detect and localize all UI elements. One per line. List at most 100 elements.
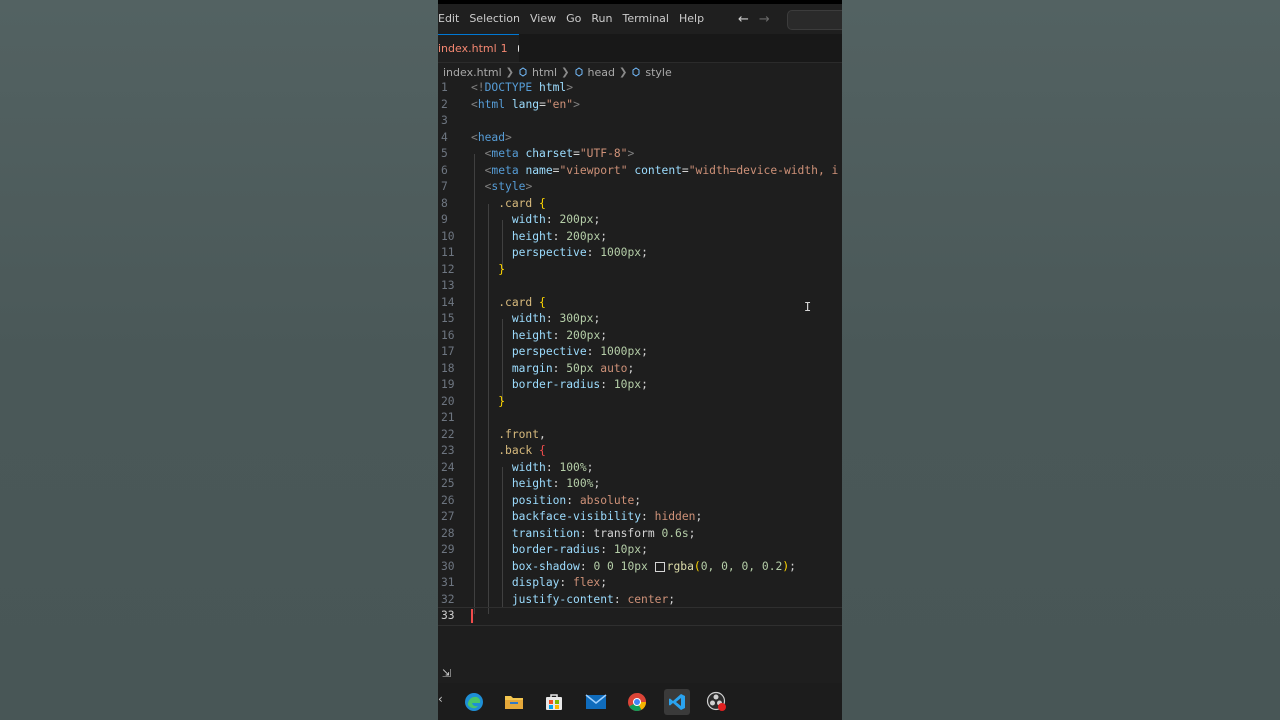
line-number: 9 (441, 213, 448, 226)
command-center-search[interactable] (787, 10, 842, 30)
code-line: 27 backface-visibility: hidden; (438, 509, 842, 526)
text-caret (471, 609, 473, 623)
menu-terminal[interactable]: Terminal (617, 4, 674, 34)
arrow-right-icon[interactable]: → (759, 12, 770, 27)
line-number: 15 (441, 312, 455, 325)
menu-selection[interactable]: Selection (464, 4, 525, 34)
line-number: 3 (441, 114, 448, 127)
code-line: 10 height: 200px; (438, 229, 842, 246)
background-blur-left (0, 0, 438, 720)
unsaved-dot-icon[interactable] (517, 45, 519, 52)
code-line: 5 <meta charset="UTF-8"> (438, 146, 842, 163)
line-number: 2 (441, 97, 448, 111)
line-number: 29 (441, 543, 455, 556)
line-number: 24 (441, 460, 455, 474)
edge-icon[interactable] (461, 689, 487, 715)
code-line: 7 <style> (438, 179, 842, 196)
breadcrumb-html[interactable]: html (532, 66, 557, 79)
menu-help[interactable]: Help (674, 4, 709, 34)
breadcrumb-head[interactable]: head (588, 66, 615, 79)
code-line: 21 (438, 410, 842, 427)
symbol-element-icon (519, 67, 527, 77)
code-editor[interactable]: 1 <!DOCTYPE html> 2 <html lang="en"> 3 4 <h… (438, 80, 842, 660)
line-number: 23 (441, 444, 455, 457)
chrome-icon[interactable] (624, 689, 650, 715)
menu-run[interactable]: Run (586, 4, 617, 34)
symbol-element-icon (575, 67, 582, 77)
code-line: 16 height: 200px; (438, 328, 842, 345)
code-line: 4 <head> (438, 130, 842, 147)
obs-icon[interactable] (704, 689, 730, 715)
line-number: 32 (441, 592, 455, 606)
breadcrumb-file[interactable]: index.html (443, 66, 502, 79)
code-line: 32 justify-content: center; (438, 592, 842, 609)
code-line: 12 } (438, 262, 842, 279)
vscode-icon[interactable] (664, 689, 690, 715)
code-line: 1 <!DOCTYPE html> (438, 80, 842, 97)
code-line: 14 .card { (438, 295, 842, 312)
line-number: 11 (441, 246, 455, 259)
line-number: 26 (441, 493, 455, 507)
line-number: 13 (441, 279, 455, 292)
line-number: 1 (441, 81, 448, 94)
code-line: 20 } (438, 394, 842, 411)
menu-bar: Edit Selection View Go Run Terminal Help… (438, 4, 842, 34)
line-number: 22 (441, 427, 455, 441)
editor-tab-bar: index.html 1 (438, 34, 842, 63)
line-number: 19 (441, 378, 455, 391)
file-explorer-icon[interactable] (501, 689, 527, 715)
line-number: 21 (441, 411, 455, 424)
code-line: 30 box-shadow: 0 0 10px rgba(0, 0, 0, 0.… (438, 559, 842, 576)
code-line: 3 (438, 113, 842, 130)
store-icon[interactable] (541, 689, 567, 715)
code-line: 29 border-radius: 10px; (438, 542, 842, 559)
code-line: 31 display: flex; (438, 575, 842, 592)
line-number: 17 (441, 345, 455, 358)
tab-index-html[interactable]: index.html 1 (438, 34, 519, 62)
line-number: 8 (441, 196, 448, 210)
line-number: 28 (441, 526, 455, 540)
breadcrumb-style[interactable]: style (645, 66, 671, 79)
code-line: 8 .card { (438, 196, 842, 213)
color-swatch-icon[interactable] (654, 561, 665, 572)
breadcrumb: index.html ❯ html ❯ head ❯ style (443, 64, 672, 80)
code-line: 13 (438, 278, 842, 295)
line-number: 4 (441, 130, 448, 144)
code-line: 19 border-radius: 10px; (438, 377, 842, 394)
tab-problem-count: 1 (500, 42, 508, 55)
line-number: 5 (441, 147, 448, 160)
code-line: 24 width: 100%; (438, 460, 842, 477)
remote-indicator-icon[interactable]: ⇲ (442, 667, 451, 680)
code-line: 23 .back { (438, 443, 842, 460)
line-number: 30 (441, 559, 455, 573)
code-line: 17 perspective: 1000px; (438, 344, 842, 361)
line-number: 6 (441, 163, 448, 177)
code-line: 22 .front, (438, 427, 842, 444)
menu-edit[interactable]: Edit (438, 4, 464, 34)
line-number: 14 (441, 295, 455, 309)
code-line-current: 33 (438, 607, 842, 626)
mail-icon[interactable] (583, 689, 609, 715)
vscode-window: Edit Selection View Go Run Terminal Help… (438, 0, 842, 720)
code-line: 9 width: 200px; (438, 212, 842, 229)
chevron-right-icon: ❯ (618, 66, 628, 78)
code-line: 6 <meta name="viewport" content="width=d… (438, 163, 842, 180)
windows-taskbar: ‹ (438, 683, 842, 720)
line-number: 25 (441, 477, 455, 490)
code-line: 2 <html lang="en"> (438, 97, 842, 114)
chevron-right-icon: ❯ (561, 66, 570, 78)
background-blur-right (842, 0, 1280, 720)
code-line: 15 width: 300px; (438, 311, 842, 328)
arrow-left-icon[interactable]: ← (738, 12, 749, 27)
symbol-element-icon (632, 67, 640, 77)
chevron-left-icon[interactable]: ‹ (438, 692, 443, 706)
code-line: 26 position: absolute; (438, 493, 842, 510)
line-number: 18 (441, 361, 455, 375)
line-number: 16 (441, 328, 455, 342)
menu-view[interactable]: View (525, 4, 561, 34)
line-number: 10 (441, 229, 455, 243)
chevron-right-icon: ❯ (505, 66, 515, 78)
tab-filename: index.html (438, 42, 497, 55)
code-line: 25 height: 100%; (438, 476, 842, 493)
menu-go[interactable]: Go (561, 4, 586, 34)
